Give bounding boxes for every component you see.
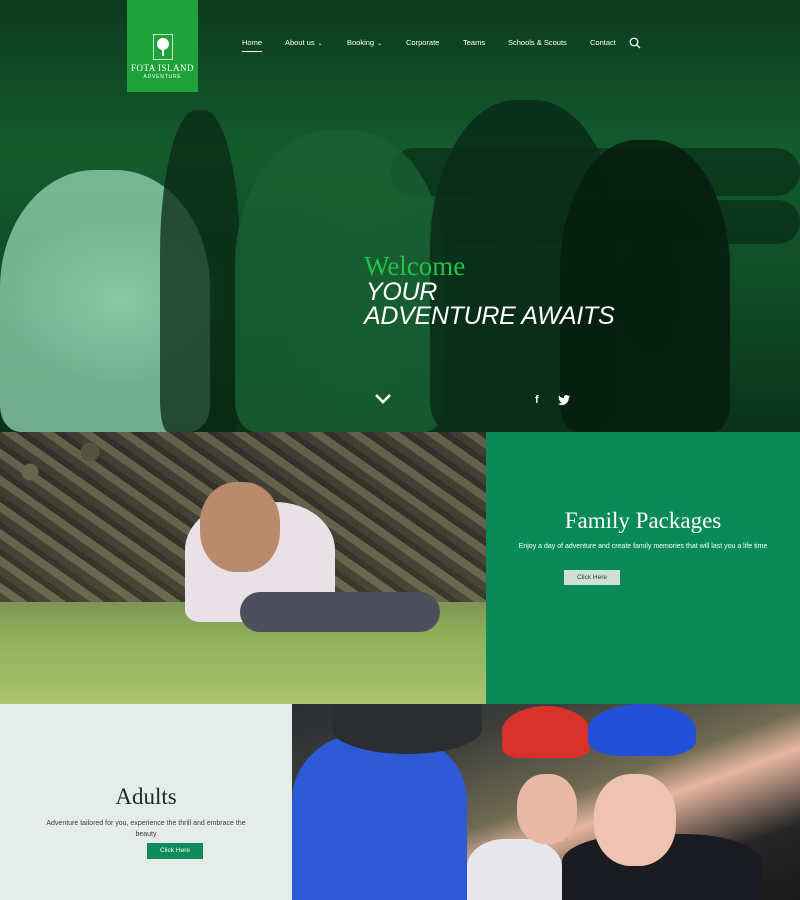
nav-item-contact[interactable]: Contact [590, 38, 616, 47]
nav-label: Booking [347, 38, 375, 47]
nav-label: Home [242, 38, 263, 47]
adults-photo [292, 704, 800, 900]
adults-panel: Adults Adventure tailored for you, exper… [0, 704, 292, 900]
helmet [332, 704, 482, 754]
chevron-down-icon[interactable] [374, 393, 392, 405]
adults-description: Adventure tailored for you, experience t… [46, 820, 246, 838]
twitter-icon[interactable] [558, 395, 570, 405]
adult-face [594, 774, 676, 866]
nav-label: Schools & Scouts [508, 38, 567, 47]
hero-banner: FOTA ISLAND ADVENTURE Home About us ⌄ Boo… [0, 0, 800, 432]
nav-item-schools-scouts[interactable]: Schools & Scouts [508, 38, 567, 47]
family-photo [0, 432, 486, 704]
family-panel: Family Packages Enjoy a day of adventure… [486, 432, 800, 704]
adult-figure [292, 734, 467, 900]
child-legs [240, 592, 440, 632]
helmet [588, 704, 696, 756]
adults-click-here-button[interactable]: Click Here [147, 843, 203, 859]
nav-label: Teams [463, 38, 486, 47]
adults-title: Adults [115, 784, 177, 809]
logo-subtitle: ADVENTURE [143, 74, 182, 80]
main-nav: Home About us ⌄ Booking ⌄ Corporate Teams … [0, 38, 800, 52]
nav-item-teams[interactable]: Teams [463, 38, 485, 47]
adult-figure [467, 839, 562, 900]
hero-person [560, 140, 730, 432]
nav-label: Contact [590, 38, 616, 47]
logo-title: FOTA ISLAND [130, 63, 195, 73]
chevron-down-icon: ⌄ [377, 41, 383, 47]
nav-item-home[interactable]: Home [242, 38, 263, 52]
nav-item-corporate[interactable]: Corporate [406, 38, 439, 47]
adult-face [517, 774, 577, 844]
nav-label: Corporate [406, 38, 440, 47]
helmet [502, 706, 590, 758]
nav-label: About us [285, 38, 315, 47]
hero-tagline-line2: ADVENTURE AWAITS [364, 302, 615, 330]
nav-item-about-us[interactable]: About us ⌄ [285, 38, 323, 47]
chevron-down-icon: ⌄ [317, 41, 323, 47]
family-description: Enjoy a day of adventure and create fami… [518, 543, 768, 550]
child-face [200, 482, 280, 572]
facebook-icon[interactable]: f [535, 394, 539, 406]
family-title: Family Packages [564, 508, 722, 533]
family-click-here-button[interactable]: Click Here [564, 570, 620, 585]
nav-item-booking[interactable]: Booking ⌄ [347, 38, 382, 47]
hero-person [160, 110, 240, 432]
search-icon[interactable] [629, 37, 641, 49]
hero-welcome: Welcome [364, 251, 466, 281]
